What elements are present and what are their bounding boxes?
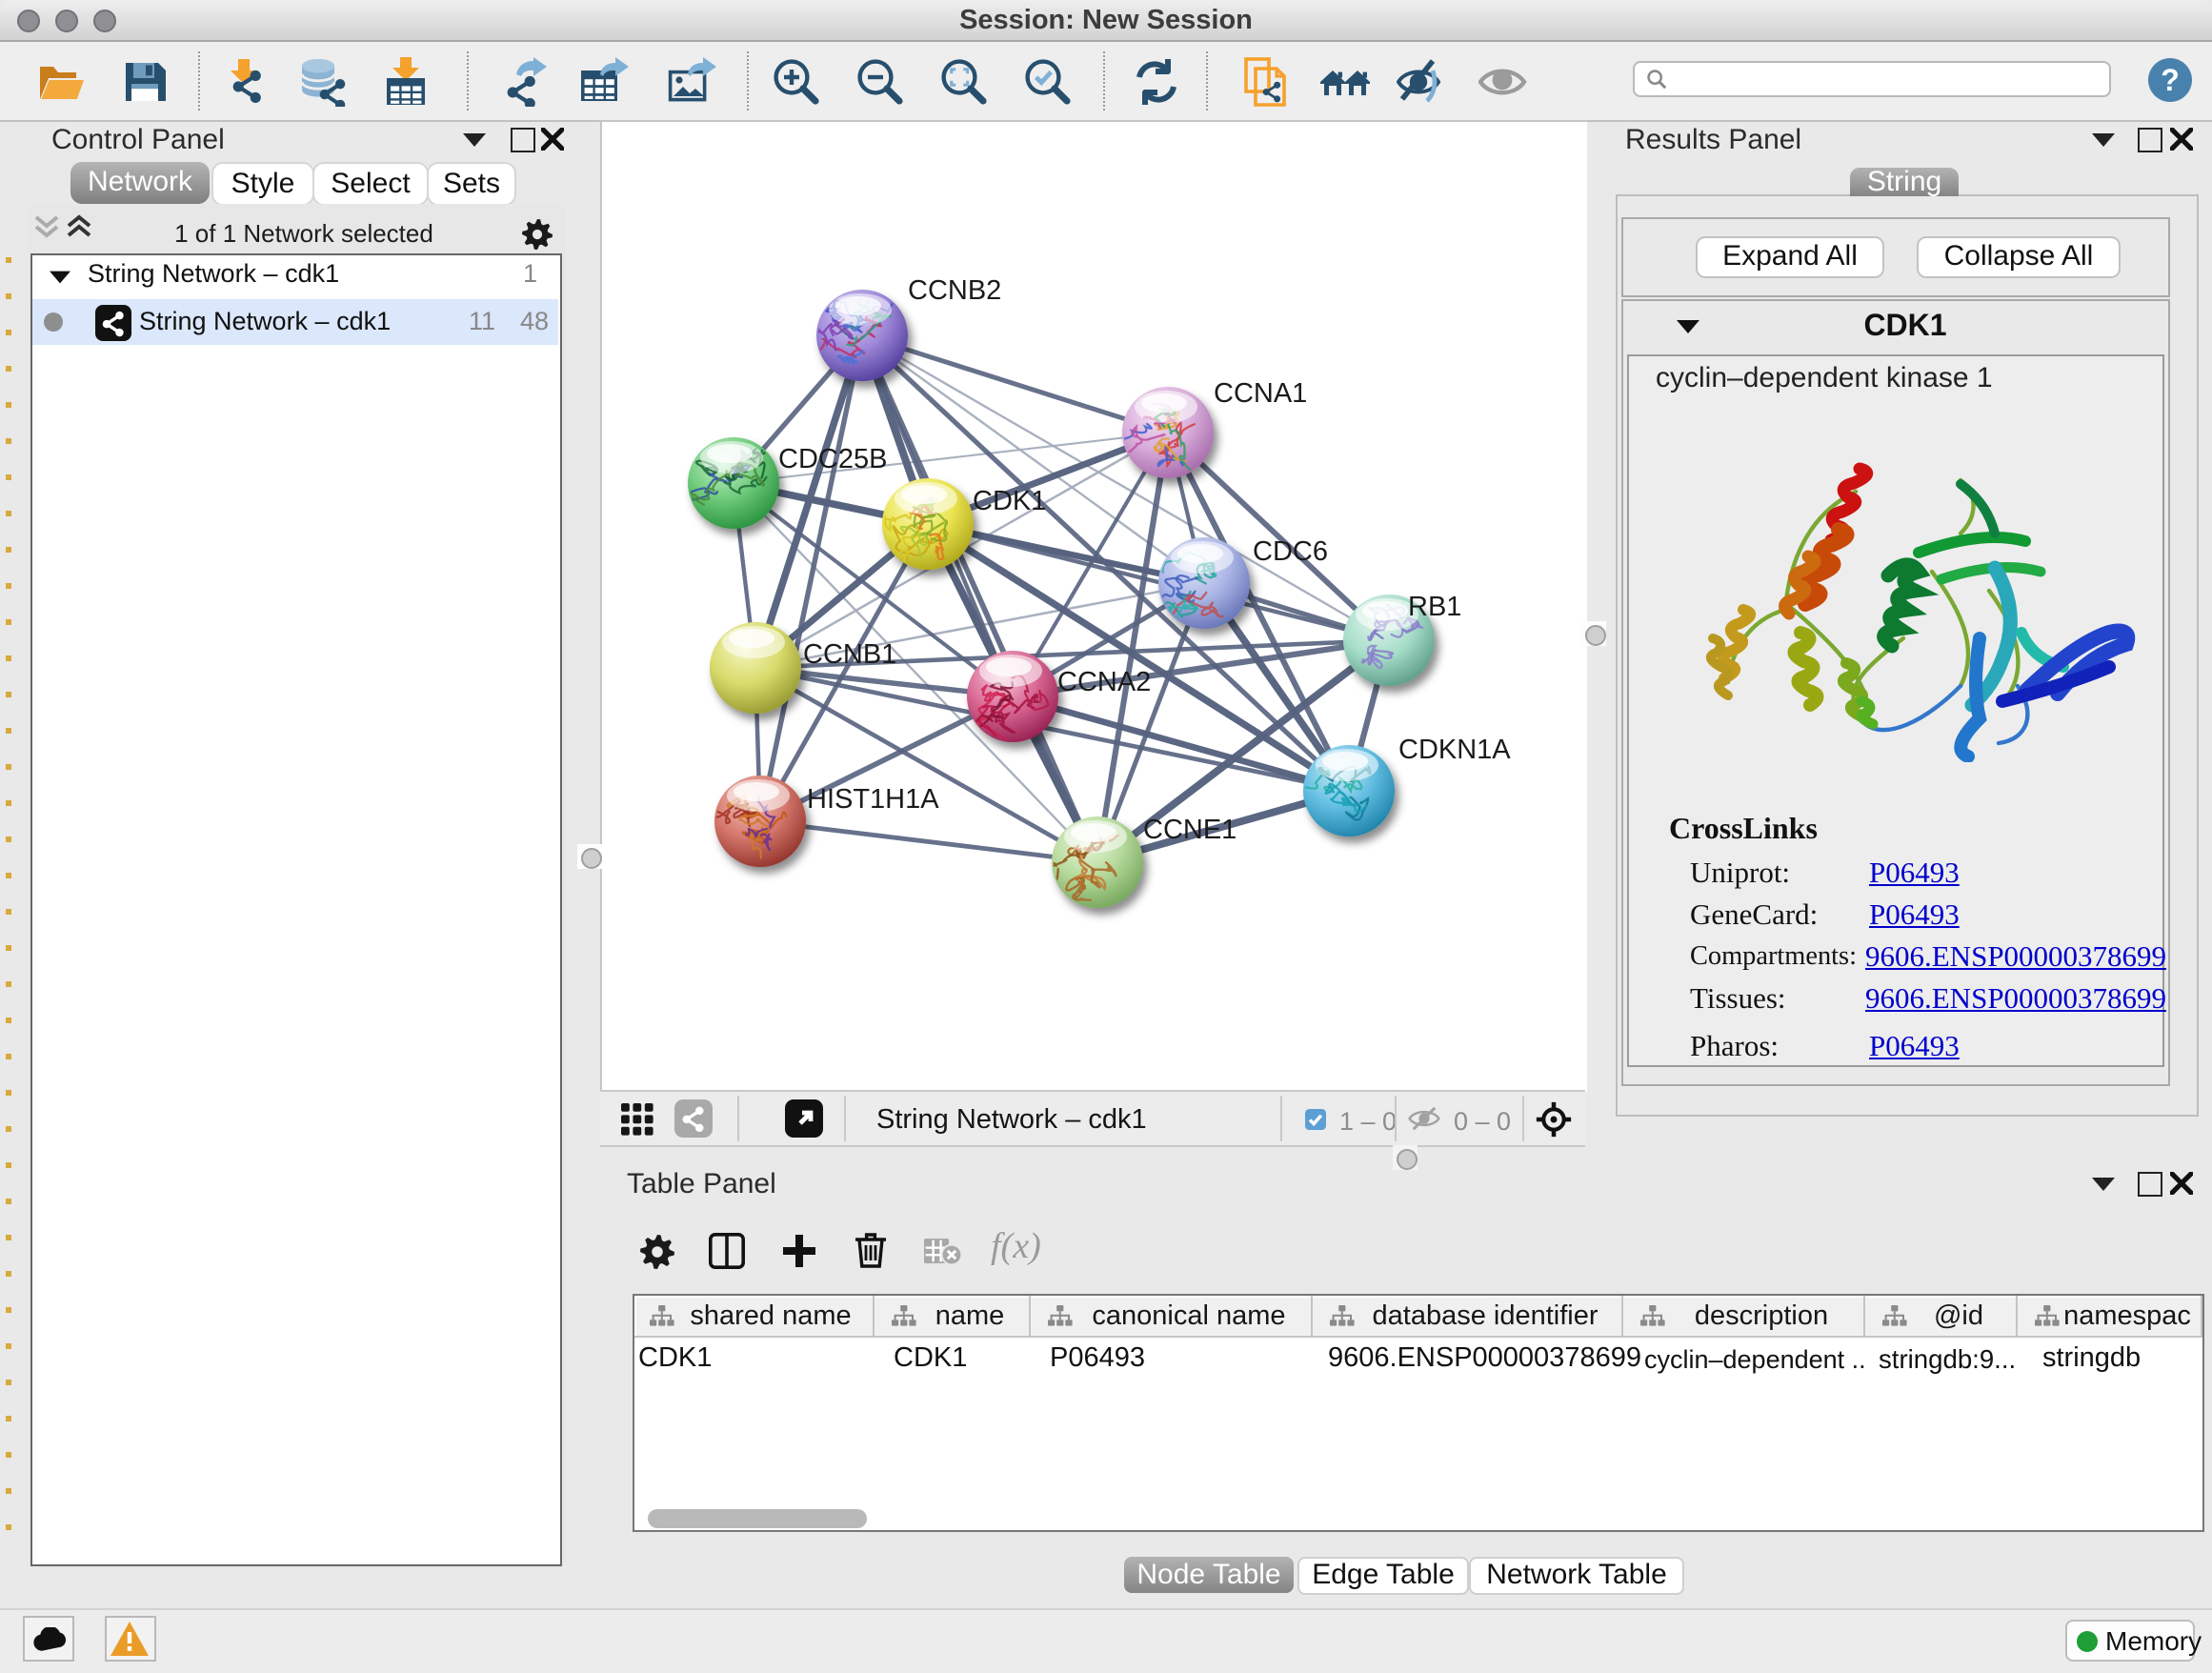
svg-text:CDC6: CDC6 xyxy=(1252,535,1327,566)
svg-text:CCNB1: CCNB1 xyxy=(802,638,895,669)
svg-text:RB1: RB1 xyxy=(1407,591,1460,621)
svg-text:CCNA1: CCNA1 xyxy=(1213,377,1306,408)
svg-text:?: ? xyxy=(2161,62,2180,96)
svg-text:CDC25B: CDC25B xyxy=(777,443,886,474)
svg-text:CCNE1: CCNE1 xyxy=(1142,814,1236,844)
svg-text:CCNA2: CCNA2 xyxy=(1056,666,1150,696)
svg-text:CCNB2: CCNB2 xyxy=(907,274,1000,305)
svg-text:HIST1H1A: HIST1H1A xyxy=(806,783,938,814)
svg-text:CDK1: CDK1 xyxy=(972,485,1045,515)
svg-text:CDKN1A: CDKN1A xyxy=(1398,734,1510,764)
